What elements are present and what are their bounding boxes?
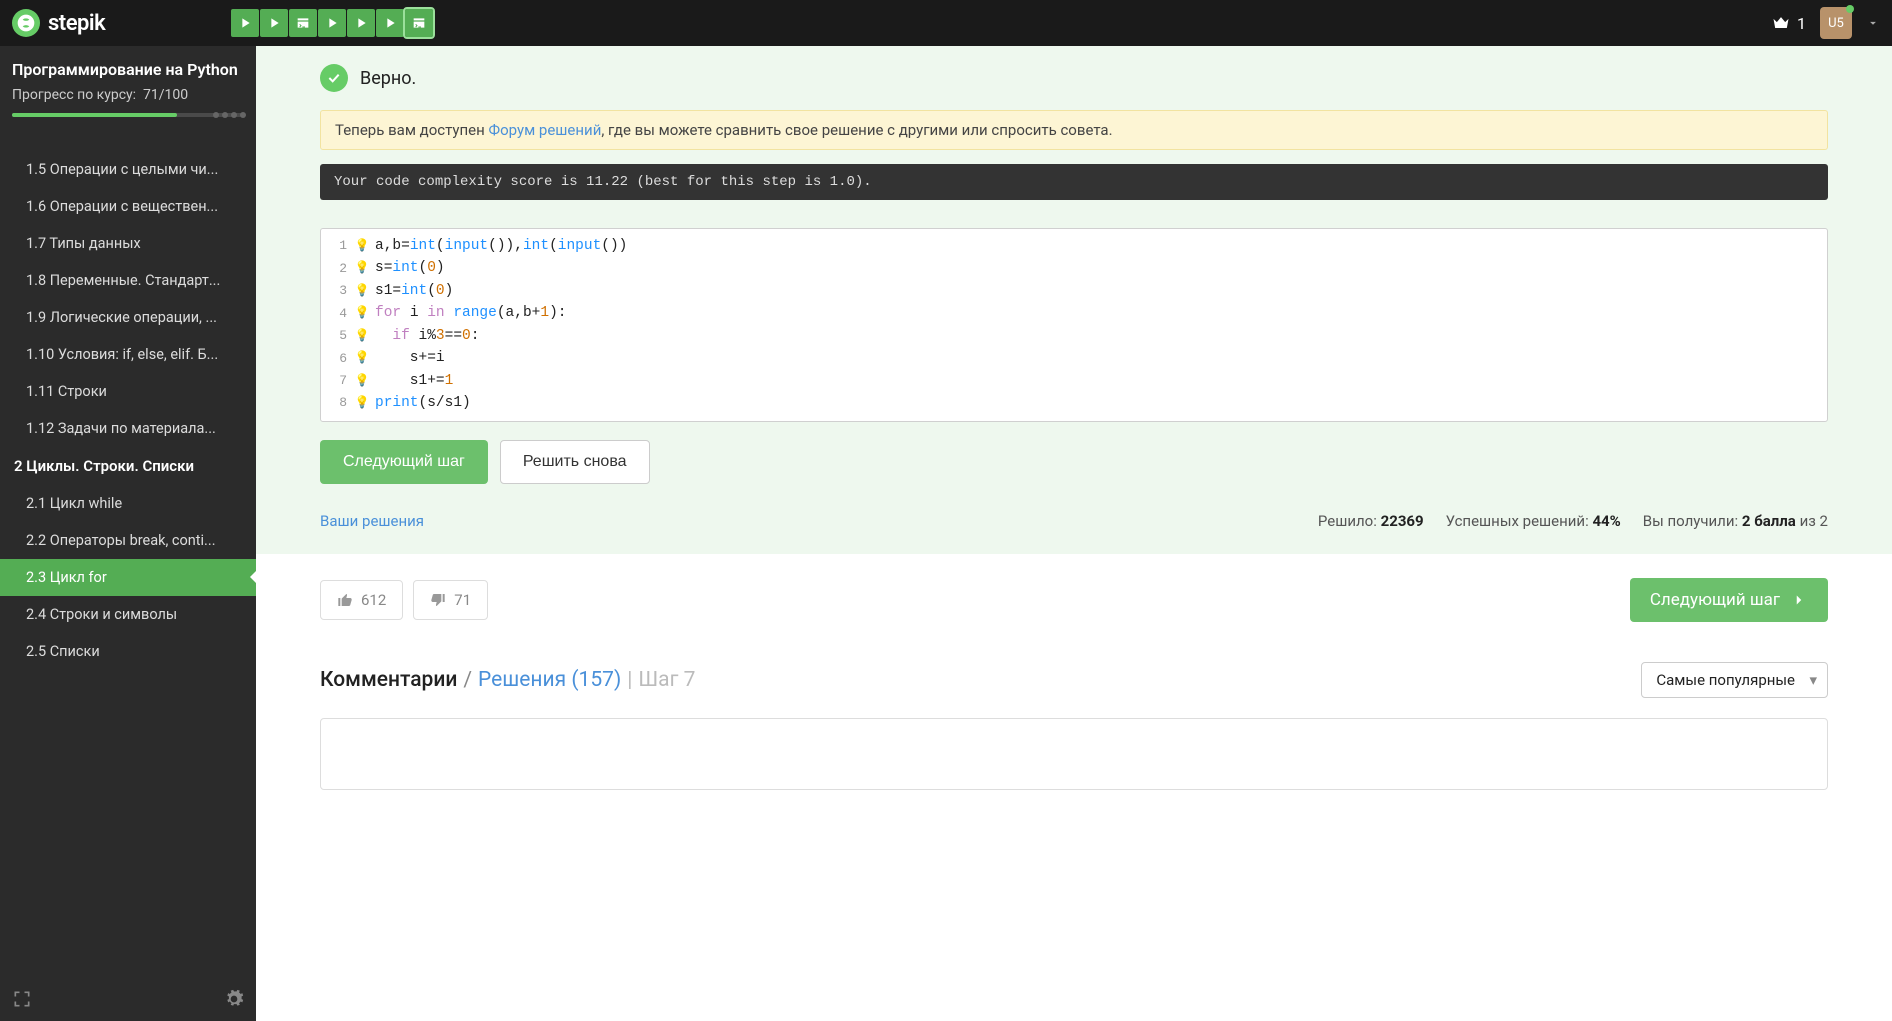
verdict: Верно.	[320, 64, 1828, 92]
sidebar-item[interactable]: 1.10 Условия: if, else, elif. Б...	[0, 336, 256, 373]
step-tabs	[231, 9, 433, 37]
step-tab[interactable]	[231, 9, 259, 37]
success-stat: Успешных решений: 44%	[1446, 512, 1621, 530]
below-panel: 612 71 Следующий шаг Комментарии / Решен…	[256, 554, 1892, 814]
sidebar-item[interactable]: 1.5 Операции с целыми чи...	[0, 151, 256, 188]
step-tab[interactable]	[405, 9, 433, 37]
step-label: Шаг 7	[638, 668, 695, 692]
sidebar-item[interactable]: 2.3 Цикл for	[0, 559, 256, 596]
forum-link[interactable]: Форум решений	[489, 121, 602, 139]
code-line: 6💡 s+=i	[321, 347, 1827, 369]
fullscreen-icon[interactable]	[12, 989, 32, 1009]
sidebar-item[interactable]: 1.6 Операции с веществен...	[0, 188, 256, 225]
sidebar-nav[interactable]: 1.5 Операции с целыми чи...1.6 Операции …	[0, 127, 256, 977]
complexity-hint: Your code complexity score is 11.22 (bes…	[320, 164, 1828, 200]
progress-bar	[12, 113, 244, 117]
code-line: 4💡for i in range(a,b+1):	[321, 302, 1827, 324]
next-step-big-button[interactable]: Следующий шаг	[1630, 578, 1828, 622]
sidebar-item[interactable]: 1.12 Задачи по материала...	[0, 410, 256, 447]
thumbs-down-icon	[430, 592, 446, 608]
solved-stat: Решило: 22369	[1318, 512, 1424, 530]
brand-text: stepik	[48, 11, 105, 36]
sidebar: Программирование на Python Прогресс по к…	[0, 46, 256, 1021]
sidebar-item[interactable]: 2.2 Операторы break, conti...	[0, 522, 256, 559]
info-box: Теперь вам доступен Форум решений, где в…	[320, 110, 1828, 150]
logo[interactable]: stepik	[12, 9, 105, 37]
retry-button[interactable]: Решить снова	[500, 440, 650, 484]
notification-dot	[1846, 5, 1854, 13]
points-stat: Вы получили: 2 балла из 2	[1643, 512, 1828, 530]
tab-solutions[interactable]: Решения (157)	[478, 668, 621, 692]
sidebar-section[interactable]: 2 Циклы. Строки. Списки	[0, 447, 256, 485]
action-row: Следующий шаг Решить снова	[320, 440, 1828, 484]
topbar: stepik 1 U5	[0, 0, 1892, 46]
sidebar-item[interactable]: 1.8 Переменные. Стандарт...	[0, 262, 256, 299]
sidebar-item[interactable]: 1.7 Типы данных	[0, 225, 256, 262]
gear-icon[interactable]	[224, 989, 244, 1009]
sidebar-item[interactable]: 2.1 Цикл while	[0, 485, 256, 522]
progress-dots	[213, 112, 246, 118]
step-tab[interactable]	[318, 9, 346, 37]
check-icon	[320, 64, 348, 92]
verdict-text: Верно.	[360, 68, 416, 89]
vote-row: 612 71 Следующий шаг	[320, 578, 1828, 622]
sort-select[interactable]: Самые популярные	[1641, 662, 1828, 698]
code-line: 1💡a,b=int(input()),int(input())	[321, 235, 1827, 257]
crown-badge[interactable]: 1	[1771, 13, 1806, 33]
dislike-button[interactable]: 71	[413, 580, 488, 620]
step-tab[interactable]	[260, 9, 288, 37]
code-line: 8💡print(s/s1)	[321, 392, 1827, 414]
topbar-right: 1 U5	[1771, 7, 1880, 39]
code-line: 7💡 s1+=1	[321, 370, 1827, 392]
code-line: 3💡s1=int(0)	[321, 280, 1827, 302]
chevron-right-icon	[1790, 591, 1808, 609]
thumbs-up-icon	[337, 592, 353, 608]
next-step-button[interactable]: Следующий шаг	[320, 440, 488, 484]
like-button[interactable]: 612	[320, 580, 403, 620]
code-editor[interactable]: 1💡a,b=int(input()),int(input())2💡s=int(0…	[320, 228, 1828, 422]
logo-icon	[12, 9, 40, 37]
tab-comments[interactable]: Комментарии	[320, 668, 457, 692]
main-content[interactable]: Верно. Теперь вам доступен Форум решений…	[256, 46, 1892, 1021]
sidebar-item[interactable]: 2.5 Списки	[0, 633, 256, 670]
code-line: 2💡s=int(0)	[321, 257, 1827, 279]
sidebar-item[interactable]: 2.4 Строки и символы	[0, 596, 256, 633]
stats-row: Ваши решения Решило: 22369 Успешных реше…	[320, 512, 1828, 530]
crown-count: 1	[1797, 14, 1806, 33]
step-tab[interactable]	[347, 9, 375, 37]
progress-label: Прогресс по курсу: 71/100	[12, 87, 244, 103]
comments-header: Комментарии / Решения (157) | Шаг 7 Самы…	[320, 662, 1828, 698]
sidebar-header: Программирование на Python Прогресс по к…	[0, 46, 256, 127]
course-title: Программирование на Python	[12, 60, 244, 81]
code-line: 5💡 if i%3==0:	[321, 325, 1827, 347]
step-tab[interactable]	[376, 9, 404, 37]
your-solutions-link[interactable]: Ваши решения	[320, 512, 424, 530]
comment-input[interactable]	[320, 718, 1828, 790]
step-tab[interactable]	[289, 9, 317, 37]
chevron-down-icon[interactable]	[1866, 16, 1880, 30]
sidebar-item[interactable]: 1.11 Строки	[0, 373, 256, 410]
avatar[interactable]: U5	[1820, 7, 1852, 39]
crown-icon	[1771, 13, 1791, 33]
progress-fill	[12, 113, 177, 117]
sidebar-item[interactable]: 1.9 Логические операции, ...	[0, 299, 256, 336]
result-panel: Верно. Теперь вам доступен Форум решений…	[256, 46, 1892, 554]
sidebar-footer	[0, 977, 256, 1021]
